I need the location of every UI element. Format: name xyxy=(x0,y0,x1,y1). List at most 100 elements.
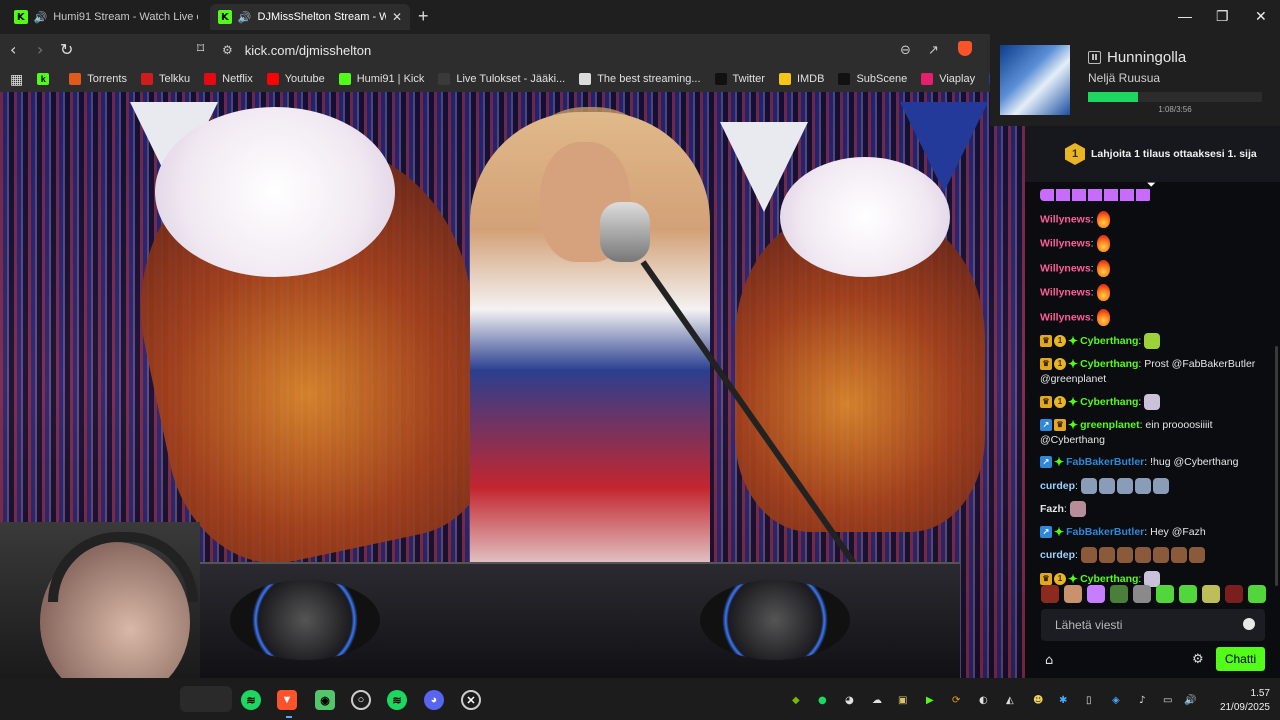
star-badge-icon[interactable]: ✦ xyxy=(1068,396,1078,408)
fire-emote[interactable] xyxy=(1096,259,1110,277)
spotify-icon[interactable]: ≋ xyxy=(387,690,407,710)
robot-emote[interactable] xyxy=(1134,477,1151,494)
star-badge-icon[interactable]: ✦ xyxy=(1068,419,1078,431)
stream-video[interactable] xyxy=(0,92,1025,678)
site-info-icon[interactable]: ⚙ xyxy=(222,43,233,57)
crown-badge-icon[interactable]: ♛ xyxy=(1040,572,1052,585)
reload-icon[interactable]: ↻ xyxy=(60,40,73,59)
tab-djmissshelton[interactable]: K 🔊 DJMissShelton Stream - Watch ✕ xyxy=(210,4,410,30)
phone-link-icon[interactable]: ▯ xyxy=(1086,695,1092,706)
system-clock[interactable]: 1.57 21/09/2025 xyxy=(1220,687,1270,715)
bookmark-item[interactable]: IMDB xyxy=(778,73,824,85)
quick-emote[interactable] xyxy=(1225,585,1243,603)
discord-tray-icon[interactable]: ◕ xyxy=(845,695,854,706)
nvidia-icon[interactable]: ◆ xyxy=(792,695,800,706)
green-creature-emote[interactable] xyxy=(1144,333,1161,349)
discord-icon[interactable]: ◕ xyxy=(424,690,444,710)
nordvpn-icon[interactable]: ◭ xyxy=(1006,695,1014,706)
chat-username[interactable]: Willynews xyxy=(1040,237,1091,249)
bookmark-item[interactable]: Live Tulokset - Jääki... xyxy=(438,73,565,85)
chat-username[interactable]: Fazh xyxy=(1040,503,1064,515)
bookmark-item[interactable]: Torrents xyxy=(69,73,127,85)
fire-emote[interactable] xyxy=(1096,284,1110,301)
sub-badge-icon[interactable]: 1 xyxy=(1054,335,1066,347)
chat-username[interactable]: FabBakerButler xyxy=(1066,526,1144,538)
track-progress-bar[interactable] xyxy=(1088,92,1262,102)
star-badge-icon[interactable]: ✦ xyxy=(1068,573,1078,585)
arm-emote[interactable] xyxy=(1080,547,1097,563)
bookmark-item[interactable]: Viaplay xyxy=(921,73,975,85)
arm-emote[interactable] xyxy=(1116,547,1133,563)
robot-emote[interactable] xyxy=(1116,477,1133,494)
robot-emote[interactable] xyxy=(1080,477,1097,494)
crown-badge-icon[interactable]: ♛ xyxy=(1040,335,1052,347)
bookmark-kick[interactable]: k xyxy=(37,73,55,85)
sync-icon[interactable]: ⟳ xyxy=(952,695,960,706)
vip-badge-icon[interactable]: ↗ xyxy=(1040,418,1052,431)
sub-badge-icon[interactable]: 1 xyxy=(1054,357,1066,370)
sub-badge-icon[interactable]: 1 xyxy=(1054,396,1066,408)
cloud-icon[interactable]: ☁ xyxy=(872,695,882,706)
vip-badge-icon[interactable]: ↗ xyxy=(1040,525,1052,538)
chat-username[interactable]: Cyberthang xyxy=(1080,358,1138,370)
quick-emote[interactable] xyxy=(1248,585,1266,603)
store-icon[interactable]: ⌂ xyxy=(1045,653,1053,668)
minimize-button[interactable]: — xyxy=(1178,8,1192,24)
apps-grid-icon[interactable]: ▦ xyxy=(10,71,23,88)
fire-emote[interactable] xyxy=(1096,308,1110,326)
spotify-icon[interactable]: ≋ xyxy=(241,690,261,710)
share-icon[interactable]: ↗ xyxy=(928,43,939,58)
arm-emote[interactable] xyxy=(1134,547,1151,563)
play-icon[interactable]: ▶ xyxy=(926,695,934,706)
app-icon[interactable]: ◉ xyxy=(315,690,335,710)
face-emote[interactable] xyxy=(1069,501,1086,517)
taskbar-search[interactable] xyxy=(180,686,232,712)
bookmark-item[interactable]: Twitter xyxy=(714,73,765,85)
app-tray-icon[interactable]: ▣ xyxy=(898,695,907,706)
star-badge-icon[interactable]: ✦ xyxy=(1054,456,1064,468)
chat-username[interactable]: Cyberthang xyxy=(1080,335,1138,347)
robot-emote[interactable] xyxy=(1098,477,1115,494)
quick-emote[interactable] xyxy=(1087,585,1105,603)
vip-badge-icon[interactable]: ↗ xyxy=(1040,456,1052,469)
steam-icon[interactable]: ◐ xyxy=(979,695,988,706)
maximize-button[interactable]: ❐ xyxy=(1216,8,1229,25)
bookmark-item[interactable]: Netflix xyxy=(204,73,253,85)
bluetooth-icon[interactable]: ✱ xyxy=(1059,695,1067,706)
star-badge-icon[interactable]: ✦ xyxy=(1068,335,1078,347)
spotify-tray-icon[interactable]: ● xyxy=(818,695,827,706)
emoji-picker-icon[interactable] xyxy=(1243,618,1255,630)
quick-emote[interactable] xyxy=(1110,585,1128,603)
back-icon[interactable]: ‹ xyxy=(10,40,16,59)
chat-username[interactable]: greenplanet xyxy=(1080,419,1140,431)
arm-emote[interactable] xyxy=(1188,547,1205,563)
brave-shield-icon[interactable] xyxy=(958,41,972,56)
zoom-icon[interactable]: ⊖ xyxy=(900,43,911,58)
bookmark-item[interactable]: Humi91 | Kick xyxy=(338,73,424,85)
arm-emote[interactable] xyxy=(1098,547,1115,563)
chat-username[interactable]: Cyberthang xyxy=(1080,572,1138,584)
pause-icon[interactable] xyxy=(1088,51,1101,64)
fire-emote[interactable] xyxy=(1096,210,1110,228)
sub-badge-icon[interactable]: 1 xyxy=(1054,572,1066,585)
quick-emote[interactable] xyxy=(1041,585,1059,603)
speaker-icon[interactable]: 🔊 xyxy=(34,11,48,24)
chat-username[interactable]: Cyberthang xyxy=(1080,396,1138,408)
microphone-icon[interactable]: ♪ xyxy=(1139,695,1145,706)
star-badge-icon[interactable]: ✦ xyxy=(1054,526,1064,538)
chrome-icon[interactable]: ○ xyxy=(351,690,371,710)
quick-emote[interactable] xyxy=(1064,585,1082,603)
send-chat-button[interactable]: Chatti xyxy=(1216,647,1265,671)
close-window-button[interactable]: ✕ xyxy=(1255,8,1267,25)
defender-icon[interactable]: ◈ xyxy=(1112,695,1120,706)
star-badge-icon[interactable]: ✦ xyxy=(1068,358,1078,370)
quick-emote[interactable] xyxy=(1156,585,1174,603)
quick-emote[interactable] xyxy=(1202,585,1220,603)
speaker-icon[interactable]: 🔊 xyxy=(238,11,252,24)
forward-icon[interactable]: › xyxy=(37,40,43,59)
chat-username[interactable]: curdep xyxy=(1040,549,1075,561)
tab-humi91[interactable]: K 🔊 Humi91 Stream - Watch Live on K xyxy=(6,4,206,30)
volume-icon[interactable]: 🔊 xyxy=(1184,695,1196,706)
bookmark-item[interactable]: SubScene xyxy=(838,73,907,85)
xbox-icon[interactable]: ✕ xyxy=(461,690,481,710)
